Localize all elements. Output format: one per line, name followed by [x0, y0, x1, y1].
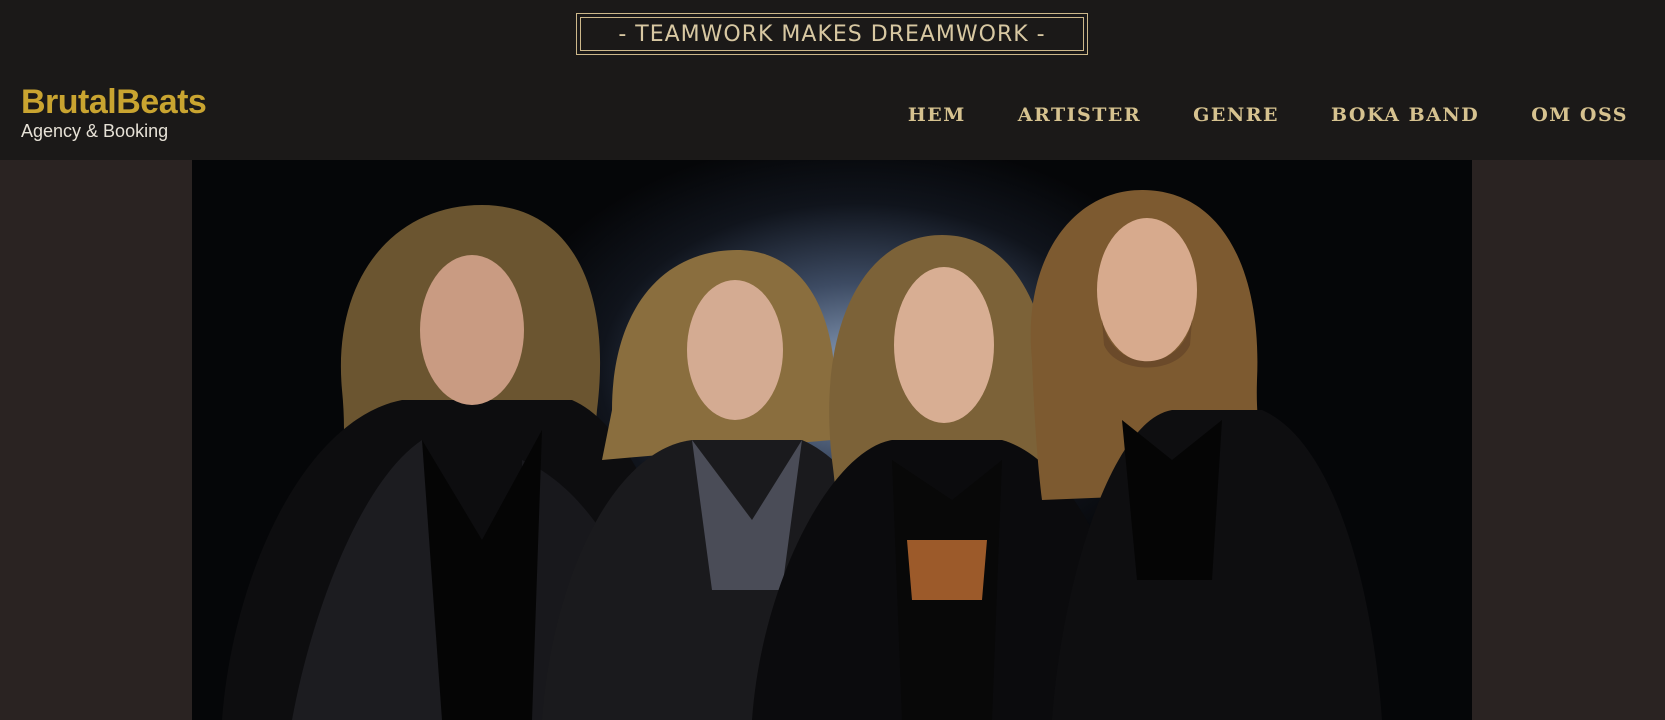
band-member-4: [1030, 190, 1382, 720]
main-nav: HEM ARTISTER GENRE BOKA BAND OM OSS: [908, 104, 1628, 126]
tagline-text: - TEAMWORK MAKES DREAMWORK -: [580, 17, 1084, 51]
nav-item-hem[interactable]: HEM: [908, 104, 966, 126]
logo-subtitle: Agency & Booking: [21, 121, 169, 141]
nav-item-boka-band[interactable]: BOKA BAND: [1331, 104, 1479, 126]
nav-item-artister[interactable]: ARTISTER: [1018, 104, 1141, 126]
site-header: - TEAMWORK MAKES DREAMWORK - BrutalBeats…: [0, 0, 1665, 160]
nav-item-genre[interactable]: GENRE: [1193, 104, 1279, 126]
hero-band-photo: [192, 160, 1472, 720]
site-logo[interactable]: BrutalBeats Agency & Booking: [21, 83, 207, 141]
logo-name: BrutalBeats: [21, 83, 207, 121]
band-photo-illustration: [222, 190, 1382, 720]
tagline-banner: - TEAMWORK MAKES DREAMWORK -: [576, 13, 1088, 55]
nav-item-om-oss[interactable]: OM OSS: [1531, 104, 1628, 126]
